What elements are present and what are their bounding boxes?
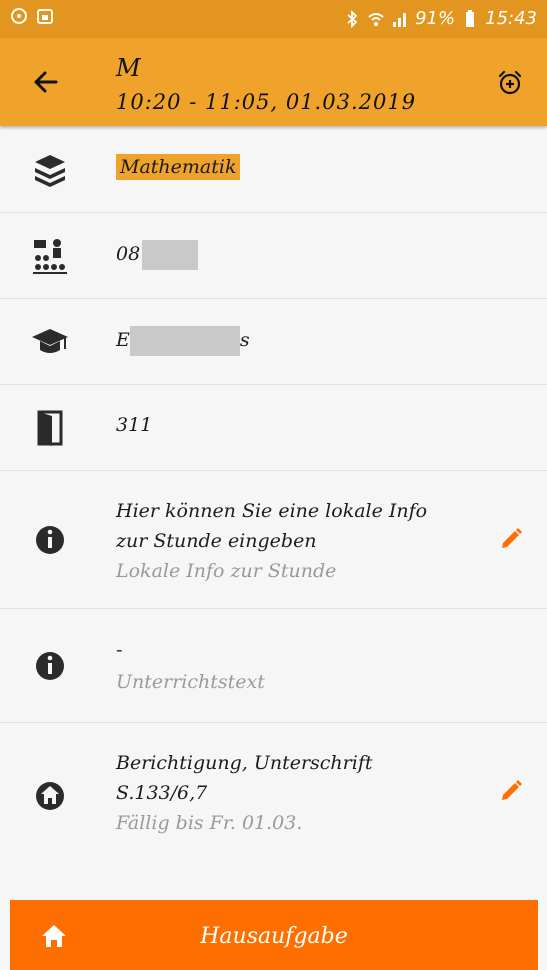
teacher-name: Es	[116, 326, 250, 356]
info-icon	[36, 526, 64, 554]
battery-icon	[466, 9, 475, 27]
lesson-text-label: Unterrichtstext	[116, 671, 265, 693]
clock: 15:43	[485, 8, 537, 29]
door-icon	[37, 410, 63, 446]
status-right: 91% 15:43	[343, 8, 537, 29]
edit-pencil-icon[interactable]	[499, 779, 523, 803]
home-circle-icon	[36, 782, 64, 810]
homework-row[interactable]: Berichtigung, Unterschrift S.133/6,7 Fäl…	[0, 722, 547, 862]
graduation-cap-icon	[32, 329, 68, 353]
bluetooth-icon	[347, 9, 358, 28]
subject-row: Mathematik	[0, 126, 547, 213]
lesson-text-row: - Unterrichtstext	[0, 608, 547, 723]
page-title: M	[116, 54, 141, 82]
homework-text: Berichtigung, Unterschrift S.133/6,7 Fäl…	[116, 748, 373, 838]
lesson-text-value: -	[116, 639, 123, 661]
books-icon	[35, 155, 65, 187]
homework-line1: Berichtigung, Unterschrift	[116, 752, 373, 774]
wifi-icon	[368, 12, 384, 26]
room-number: 311	[116, 414, 153, 436]
status-bar: 91% 15:43	[0, 0, 547, 38]
homework-due: Fällig bis Fr. 01.03.	[116, 812, 303, 834]
status-left-icons	[10, 7, 54, 25]
redaction-box	[129, 326, 240, 356]
local-info-text: Hier können Sie eine lokale Info zur Stu…	[116, 496, 427, 586]
homework-button-label: Hausaufgabe	[200, 924, 348, 949]
local-info-line2: zur Stunde eingeben	[116, 530, 317, 552]
notification-icon	[11, 8, 27, 24]
edit-pencil-icon[interactable]	[499, 527, 523, 551]
battery-percent: 91%	[415, 8, 456, 29]
signal-icon	[393, 12, 407, 27]
classroom-icon	[33, 239, 67, 274]
arrow-left-icon[interactable]	[30, 66, 62, 98]
homework-bottom-bar[interactable]: Hausaufgabe	[10, 900, 538, 970]
lesson-time: 10:20 - 11:05, 01.03.2019	[116, 90, 417, 114]
info-icon	[36, 652, 64, 680]
local-info-line1: Hier können Sie eine lokale Info	[116, 500, 428, 522]
class-row: 08	[0, 212, 547, 299]
teacher-row: Es	[0, 298, 547, 385]
alarm-add-icon[interactable]	[497, 70, 523, 96]
subject-name: Mathematik	[116, 154, 241, 180]
class-name: 08	[116, 240, 199, 270]
subject-highlight: Mathematik	[116, 154, 241, 180]
app-bar: M 10:20 - 11:05, 01.03.2019	[0, 38, 547, 126]
redaction-box	[142, 240, 199, 270]
calendar-icon	[37, 9, 53, 24]
lesson-text: - Unterrichtstext	[116, 634, 265, 698]
homework-line2: S.133/6,7	[116, 782, 208, 804]
teacher-suffix: s	[239, 329, 250, 351]
local-info-label: Lokale Info zur Stunde	[116, 560, 337, 582]
room-row: 311	[0, 384, 547, 471]
teacher-prefix: E	[116, 329, 130, 351]
local-info-row[interactable]: Hier können Sie eine lokale Info zur Stu…	[0, 470, 547, 609]
class-prefix: 08	[116, 243, 141, 265]
